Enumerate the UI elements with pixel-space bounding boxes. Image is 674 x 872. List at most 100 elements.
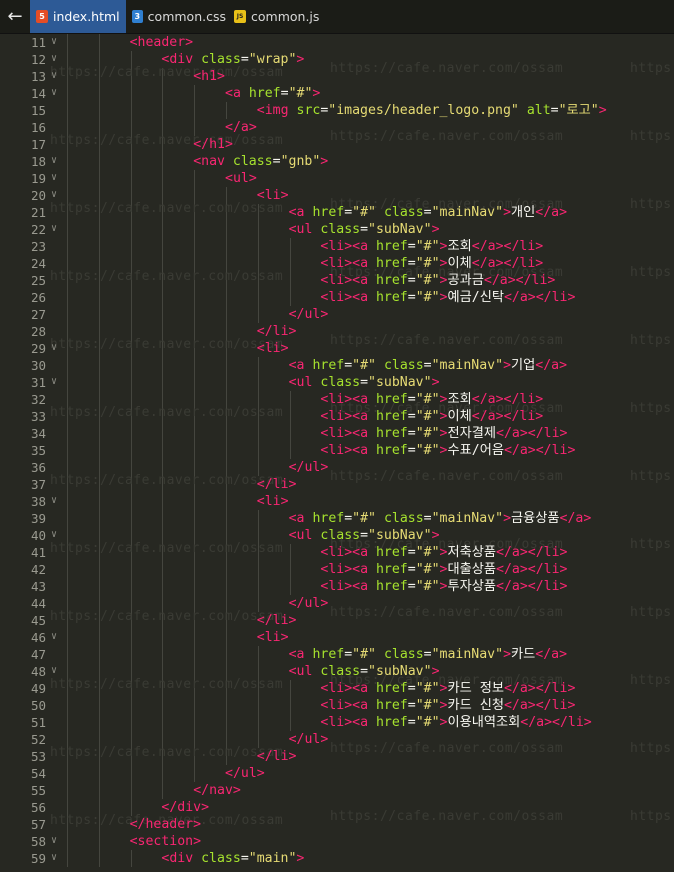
tab-common-css[interactable]: 3 common.css	[126, 0, 226, 33]
code-text: </ul>	[289, 306, 329, 323]
code-text: <li><a href="#">조회</a></li>	[320, 238, 543, 255]
line-number: 26	[30, 290, 46, 305]
code-text: <li><a href="#">수표/어음</a></li>	[320, 442, 575, 459]
code-token: "#"	[415, 392, 440, 407]
code-text: </a>	[225, 119, 257, 136]
line-number: 39	[30, 511, 46, 526]
code-line: 18 ∨ <nav class="gnb">	[0, 153, 674, 170]
code-token: 기업	[511, 358, 536, 373]
code-token: =	[407, 392, 416, 407]
code-token: <img	[256, 103, 289, 118]
code-token: =	[423, 205, 432, 220]
line-number: 30	[30, 358, 46, 373]
fold-chevron-icon[interactable]: ∨	[51, 50, 57, 67]
code-token: </a></li>	[471, 409, 544, 424]
code-text: <a href="#" class="mainNav">기업</a>	[289, 357, 567, 374]
code-line: 56 </div>	[0, 799, 674, 816]
code-token: <li><a	[320, 392, 369, 407]
code-token: "subNav"	[368, 222, 432, 237]
code-line: 54 </ul>	[0, 765, 674, 782]
line-number: 46	[30, 630, 46, 645]
fold-chevron-icon[interactable]: ∨	[51, 220, 57, 237]
tab-label: common.js	[251, 9, 320, 24]
code-line: 32 <li><a href="#">조회</a></li>	[0, 391, 674, 408]
fold-chevron-icon[interactable]: ∨	[51, 492, 57, 509]
code-text: <ul class="subNav">	[289, 663, 440, 680]
fold-chevron-icon[interactable]: ∨	[51, 849, 57, 866]
code-line: 15 <img src="images/header_logo.png" alt=…	[0, 102, 674, 119]
code-text: <section>	[130, 833, 201, 850]
code-token: "#"	[352, 205, 376, 220]
code-line: 50 <li><a href="#">카드 신청</a></li>	[0, 697, 674, 714]
code-token: <li><a	[320, 715, 369, 730]
code-token: </li>	[256, 324, 297, 339]
code-line: 55 </nav>	[0, 782, 674, 799]
fold-chevron-icon[interactable]: ∨	[51, 169, 57, 186]
code-token: 이용내역조회	[447, 715, 521, 730]
code-token: =	[407, 443, 416, 458]
code-token: class	[232, 154, 273, 169]
code-token: <li><a	[320, 579, 369, 594]
line-number: 36	[30, 460, 46, 475]
fold-chevron-icon[interactable]: ∨	[51, 628, 57, 645]
code-token: 카드	[511, 647, 536, 662]
back-arrow-icon[interactable]: ←	[0, 0, 30, 33]
code-token: href	[375, 545, 408, 560]
code-text: <ul>	[225, 170, 257, 187]
fold-chevron-icon[interactable]: ∨	[51, 526, 57, 543]
code-token: =	[407, 698, 416, 713]
code-token: <a	[288, 511, 305, 526]
code-text: <li>	[257, 493, 289, 510]
code-token: href	[375, 273, 408, 288]
code-token: "subNav"	[368, 375, 432, 390]
code-token: </a></li>	[503, 698, 576, 713]
tab-index-html[interactable]: 5 index.html	[30, 0, 126, 33]
code-token: href	[375, 562, 408, 577]
code-text: </li>	[257, 476, 297, 493]
code-token: </a></li>	[503, 681, 576, 696]
fold-chevron-icon[interactable]: ∨	[51, 33, 57, 50]
code-editor[interactable]: https://cafe.naver.com/ossam https://cafe…	[0, 33, 674, 872]
fold-chevron-icon[interactable]: ∨	[51, 339, 57, 356]
code-token: "로고"	[558, 103, 599, 118]
code-token: </ul>	[288, 732, 329, 747]
line-number: 17	[30, 137, 46, 152]
code-line: 25 <li><a href="#">공과금</a></li>	[0, 272, 674, 289]
code-token: <li>	[256, 494, 289, 509]
fold-chevron-icon[interactable]: ∨	[51, 84, 57, 101]
fold-chevron-icon[interactable]: ∨	[51, 67, 57, 84]
code-text: <li><a href="#">이체</a></li>	[320, 255, 543, 272]
code-token: =	[360, 528, 369, 543]
code-line: 30 <a href="#" class="mainNav">기업</a>	[0, 357, 674, 374]
line-number: 22	[30, 222, 46, 237]
code-token: >	[296, 851, 305, 866]
fold-chevron-icon[interactable]: ∨	[51, 662, 57, 679]
fold-chevron-icon[interactable]: ∨	[51, 373, 57, 390]
tab-common-js[interactable]: JS common.js	[228, 0, 328, 33]
code-line: 16 </a>	[0, 119, 674, 136]
fold-chevron-icon[interactable]: ∨	[51, 832, 57, 849]
code-token: "mainNav"	[431, 205, 504, 220]
line-number: 37	[30, 477, 46, 492]
code-token: >	[503, 358, 512, 373]
code-line: 11 ∨ <header>	[0, 34, 674, 51]
fold-chevron-icon[interactable]: ∨	[51, 152, 57, 169]
code-text: <li>	[257, 340, 289, 357]
code-token: <li><a	[320, 698, 369, 713]
fold-chevron-icon[interactable]: ∨	[51, 186, 57, 203]
code-token: <a	[288, 205, 305, 220]
code-token: >	[296, 52, 305, 67]
code-token: >	[431, 222, 440, 237]
code-token: "#"	[415, 681, 440, 696]
code-token: 조회	[447, 392, 472, 407]
line-number: 40	[30, 528, 46, 543]
code-text: </ul>	[289, 731, 329, 748]
